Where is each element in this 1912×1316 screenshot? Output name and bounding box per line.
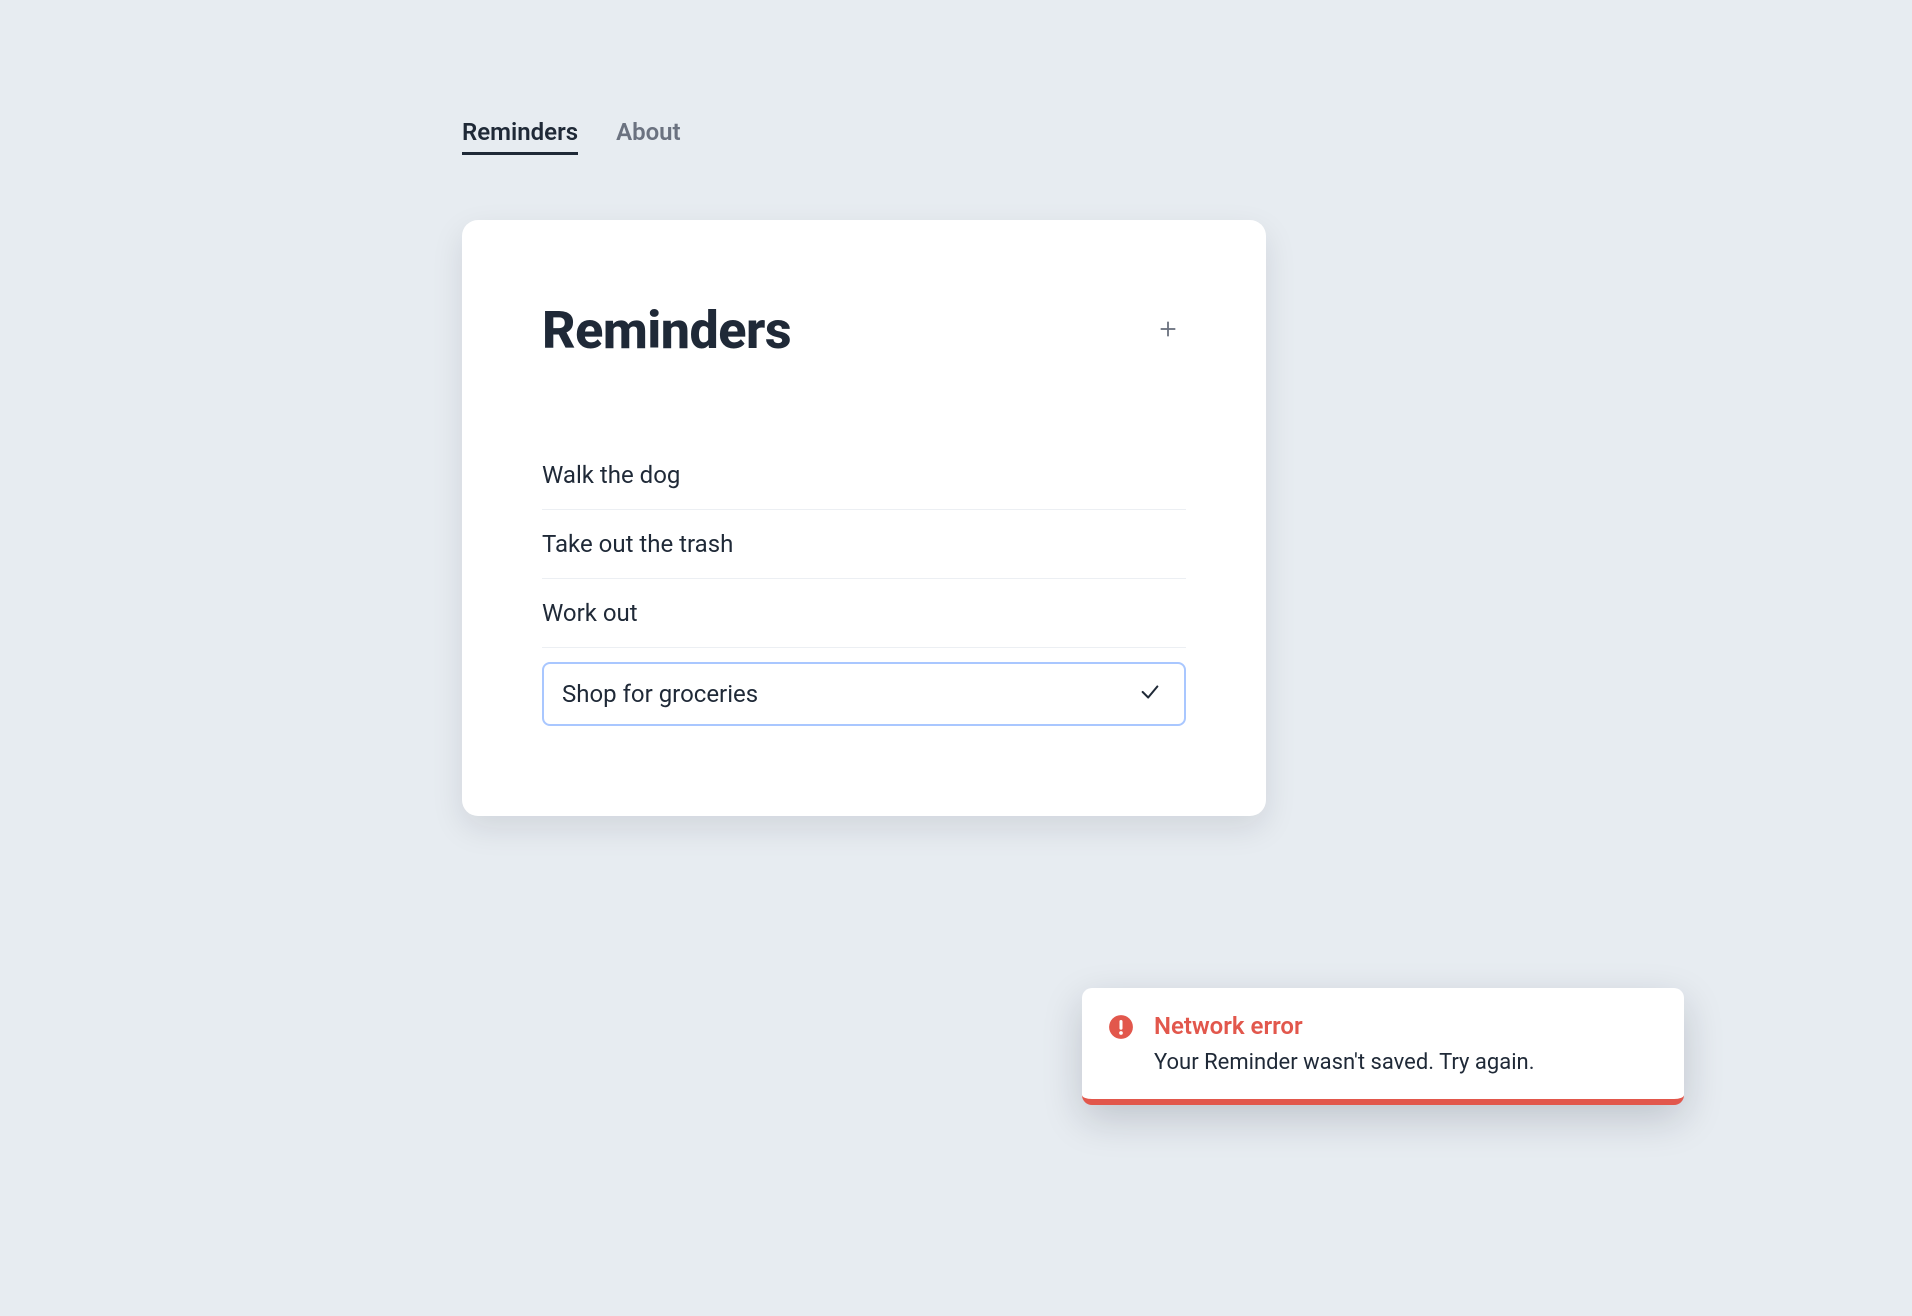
tab-reminders[interactable]: Reminders [462, 118, 578, 155]
reminders-list: Walk the dog Take out the trash Work out [542, 441, 1186, 726]
error-icon [1108, 1014, 1134, 1044]
reminders-card: Reminders Walk the dog Take out the tras… [462, 220, 1266, 816]
add-reminder-button[interactable] [1150, 313, 1186, 349]
card-title: Reminders [542, 300, 791, 361]
card-header: Reminders [542, 300, 1186, 361]
error-toast: Network error Your Reminder wasn't saved… [1082, 988, 1684, 1105]
toast-message: Your Reminder wasn't saved. Try again. [1154, 1050, 1656, 1075]
top-nav: Reminders About [462, 118, 681, 155]
plus-icon [1157, 318, 1179, 344]
new-reminder-row [542, 662, 1186, 726]
list-item[interactable]: Take out the trash [542, 510, 1186, 579]
new-reminder-input[interactable] [562, 680, 1122, 708]
tab-about[interactable]: About [616, 118, 681, 152]
toast-body: Network error Your Reminder wasn't saved… [1154, 1012, 1656, 1075]
toast-title: Network error [1154, 1012, 1656, 1040]
check-icon [1139, 681, 1161, 707]
confirm-reminder-button[interactable] [1134, 678, 1166, 710]
list-item[interactable]: Work out [542, 579, 1186, 648]
list-item[interactable]: Walk the dog [542, 441, 1186, 510]
